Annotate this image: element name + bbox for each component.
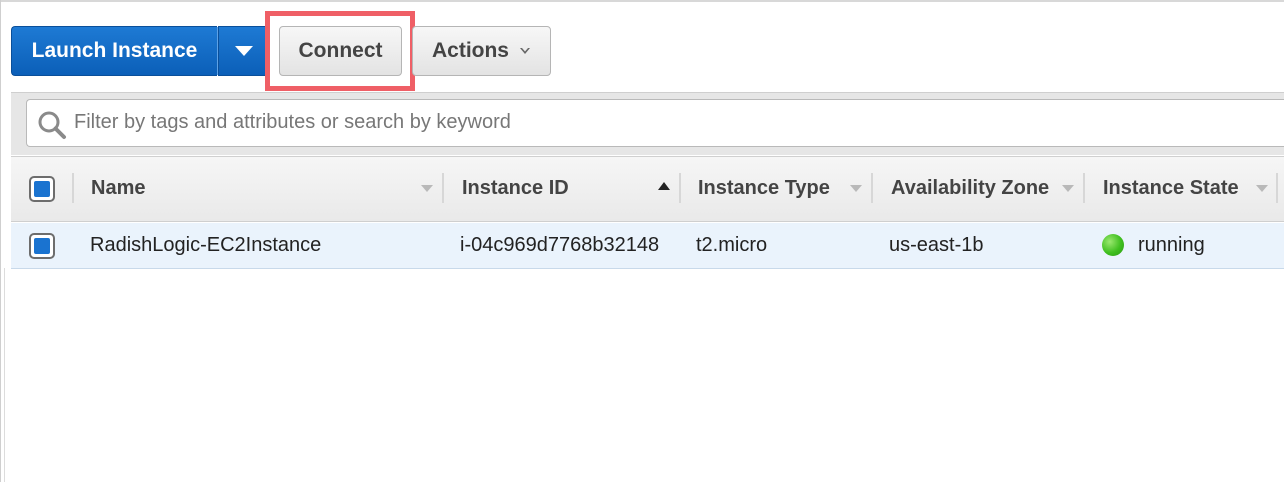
connect-button[interactable]: Connect <box>279 26 402 76</box>
page-top-border <box>0 0 1284 2</box>
caret-down-icon <box>235 46 253 56</box>
cell-instance-type: t2.micro <box>696 234 768 256</box>
column-separator[interactable] <box>1276 173 1278 203</box>
connect-label: Connect <box>298 39 383 62</box>
sort-arrow-icon[interactable] <box>421 185 433 192</box>
column-header-instance-state[interactable]: Instance State <box>1103 177 1239 200</box>
column-header-instance-type[interactable]: Instance Type <box>698 177 830 200</box>
search-placeholder: Filter by tags and attributes or search … <box>74 111 511 133</box>
sort-arrow-icon[interactable] <box>1062 185 1074 192</box>
actions-label: Actions <box>431 39 509 62</box>
sort-arrow-icon[interactable] <box>658 182 670 190</box>
actions-button[interactable]: Actions <box>412 26 551 76</box>
column-header-name[interactable]: Name <box>91 177 145 200</box>
search-icon <box>38 111 66 139</box>
row-select-checkbox[interactable] <box>29 233 55 259</box>
launch-instance-label: Launch Instance <box>31 39 198 62</box>
left-rule <box>0 0 1 482</box>
launch-instance-button[interactable]: Launch Instance <box>11 26 217 76</box>
cell-instance-state: running <box>1138 234 1205 256</box>
column-separator[interactable] <box>1083 173 1085 203</box>
left-rule-lower <box>4 268 5 482</box>
chevron-down-icon <box>520 48 530 54</box>
sort-arrow-icon[interactable] <box>850 185 862 192</box>
select-all-checkbox[interactable] <box>29 176 55 202</box>
column-separator[interactable] <box>442 173 444 203</box>
column-separator[interactable] <box>679 173 681 203</box>
cell-availability-zone: us-east-1b <box>889 234 984 256</box>
cell-name: RadishLogic-EC2Instance <box>90 234 322 256</box>
column-header-availability-zone[interactable]: Availability Zone <box>891 177 1049 200</box>
launch-instance-menu-button[interactable] <box>218 26 270 76</box>
column-separator[interactable] <box>871 173 873 203</box>
sort-arrow-icon[interactable] <box>1256 185 1268 192</box>
table-header <box>11 156 1284 222</box>
cell-instance-id: i-04c969d7768b32148 <box>460 234 660 256</box>
status-running-icon <box>1102 234 1124 256</box>
column-header-instance-id[interactable]: Instance ID <box>462 177 569 200</box>
column-separator <box>72 173 74 203</box>
